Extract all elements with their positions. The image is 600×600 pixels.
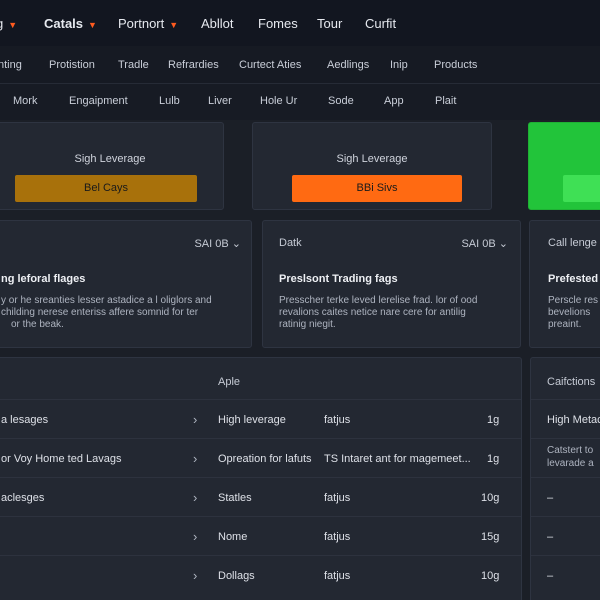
row-name: or Voy Home ted Lavags: [1, 453, 122, 465]
nav2-item-3[interactable]: Refrardies: [168, 59, 219, 71]
side-row[interactable]: –: [531, 555, 600, 594]
nav3-item-5[interactable]: Sode: [328, 95, 354, 107]
row-type: Dollags: [218, 570, 255, 582]
table-header: Aple: [218, 376, 241, 388]
side-row[interactable]: –: [531, 516, 600, 555]
nav3-item-6[interactable]: App: [384, 95, 404, 107]
chevron-right-icon[interactable]: ›: [193, 490, 197, 505]
secondary-nav: nting Protistion Tradle Refrardies Curte…: [0, 46, 600, 84]
nav-item-tour[interactable]: Tour: [317, 16, 342, 31]
side-row[interactable]: –: [531, 477, 600, 516]
nav3-item-2[interactable]: Lulb: [159, 95, 180, 107]
leverage-action-button[interactable]: BBi Sivs: [292, 175, 462, 202]
side-row-label: –: [547, 570, 554, 582]
chevron-right-icon[interactable]: ›: [193, 451, 197, 466]
leverage-card-3: [528, 122, 600, 210]
info-card-title: ng leforal flages: [1, 273, 86, 285]
nav2-item-4[interactable]: Curtect Aties: [239, 59, 301, 71]
row-value: 10g: [481, 492, 500, 504]
row-status: fatjus: [324, 531, 351, 543]
info-card-select[interactable]: SAI 0B ⌄: [194, 237, 241, 250]
info-card-head: Datk: [279, 237, 302, 249]
row-name: aclesges: [1, 492, 45, 504]
nav-item-curfit[interactable]: Curfit: [365, 16, 396, 31]
info-card-2: Datk SAI 0B ⌄ Preslsont Trading fags Pre…: [262, 220, 521, 348]
info-card-desc: Perscle res bevelions preaint.: [548, 295, 599, 330]
caret-down-icon: ▼: [169, 20, 179, 30]
nav-item-catals[interactable]: Catals ▼: [44, 16, 97, 31]
nav-item-fomes[interactable]: Fomes: [258, 16, 298, 31]
side-row-label: –: [547, 492, 554, 504]
chevron-down-icon: ⌄: [498, 238, 508, 250]
side-row-label: High Metac: [547, 414, 600, 426]
chevron-right-icon[interactable]: ›: [193, 529, 197, 544]
info-card-head: Call lenge: [548, 237, 597, 249]
info-card-1: SAI 0B ⌄ ng leforal flages y or he srean…: [0, 220, 252, 348]
leverage-card-2: Sigh Leverage BBi Sivs: [252, 122, 492, 210]
leverage-card-1: Sigh Leverage Bel Cays: [0, 122, 224, 210]
row-value: 10g: [481, 570, 500, 582]
info-card-desc: Presscher terke leved lerelise frad. lor…: [279, 295, 478, 330]
row-status: fatjus: [324, 414, 351, 426]
row-type: Nome: [218, 531, 248, 543]
table-row[interactable]: › Dollags fatjus 10g: [0, 555, 521, 594]
row-type: Statles: [218, 492, 252, 504]
leverage-card-title: Sigh Leverage: [74, 153, 146, 165]
caret-down-icon: ▼: [8, 20, 18, 30]
row-status: fatjus: [324, 570, 351, 582]
side-row-label: –: [547, 531, 554, 543]
table-row[interactable]: a lesages › High leverage fatjus 1g: [0, 399, 521, 438]
leverage-action-button[interactable]: Bel Cays: [15, 175, 197, 202]
nav3-item-4[interactable]: Hole Ur: [260, 95, 297, 107]
nav-item-portnort[interactable]: Portnort ▼: [118, 16, 178, 31]
side-panel: Caifctions High Metac Catstert to levara…: [530, 357, 600, 600]
leverage-card-title: Sigh Leverage: [336, 153, 408, 165]
side-row[interactable]: High Metac: [531, 399, 600, 438]
nav3-item-1[interactable]: Engaipment: [69, 95, 128, 107]
nav3-item-7[interactable]: Plait: [435, 95, 456, 107]
nav2-item-5[interactable]: Aedlings: [327, 59, 369, 71]
nav3-item-3[interactable]: Liver: [208, 95, 232, 107]
nav2-item-6[interactable]: Inip: [390, 59, 408, 71]
table-row[interactable]: aclesges › Statles fatjus 10g: [0, 477, 521, 516]
nav3-item-0[interactable]: Mork: [13, 95, 37, 107]
tertiary-nav: Mork Engaipment Lulb Liver Hole Ur Sode …: [0, 84, 600, 120]
row-name: a lesages: [1, 414, 49, 426]
side-row[interactable]: Catstert to levarade a: [531, 438, 600, 477]
info-card-select[interactable]: SAI 0B ⌄: [461, 237, 508, 250]
row-value: 15g: [481, 531, 500, 543]
info-card-title: Prefested t: [548, 273, 600, 285]
row-type: Opreation for lafuts: [218, 453, 312, 465]
side-panel-header: Caifctions: [547, 376, 596, 388]
chevron-right-icon[interactable]: ›: [193, 568, 197, 583]
chevron-down-icon: ⌄: [231, 238, 241, 250]
info-card-3: Call lenge Prefested t Perscle res bevel…: [529, 220, 600, 348]
row-value: 1g: [487, 414, 500, 426]
row-value: 1g: [487, 453, 500, 465]
nav2-item-1[interactable]: Protistion: [49, 59, 95, 71]
caret-down-icon: ▼: [88, 20, 97, 30]
nav-item-0[interactable]: g▼: [0, 16, 17, 31]
table-row[interactable]: › Nome fatjus 15g: [0, 516, 521, 555]
info-card-desc: y or he sreanties lesser astadice a l ol…: [1, 295, 212, 330]
leverage-action-button[interactable]: [563, 175, 600, 202]
table-row[interactable]: or Voy Home ted Lavags › Opreation for l…: [0, 438, 521, 477]
nav-item-abllot[interactable]: Abllot: [201, 16, 234, 31]
top-nav: g▼ Catals▼ Portnort▼ Abllot Fomes Tour C…: [0, 0, 600, 46]
row-status: fatjus: [324, 492, 351, 504]
nav2-item-0[interactable]: nting: [0, 59, 22, 71]
side-row-sub: levarade a: [547, 458, 594, 469]
nav2-item-7[interactable]: Products: [434, 59, 477, 71]
main-table: Aple a lesages › High leverage fatjus 1g…: [0, 357, 522, 600]
row-type: High leverage: [218, 414, 286, 426]
info-card-title: Preslsont Trading fags: [279, 273, 398, 285]
side-row-label: Catstert to: [547, 445, 594, 456]
nav2-item-2[interactable]: Tradle: [118, 59, 149, 71]
chevron-right-icon[interactable]: ›: [193, 412, 197, 427]
row-status: TS Intaret ant for magemeet...: [324, 453, 471, 465]
